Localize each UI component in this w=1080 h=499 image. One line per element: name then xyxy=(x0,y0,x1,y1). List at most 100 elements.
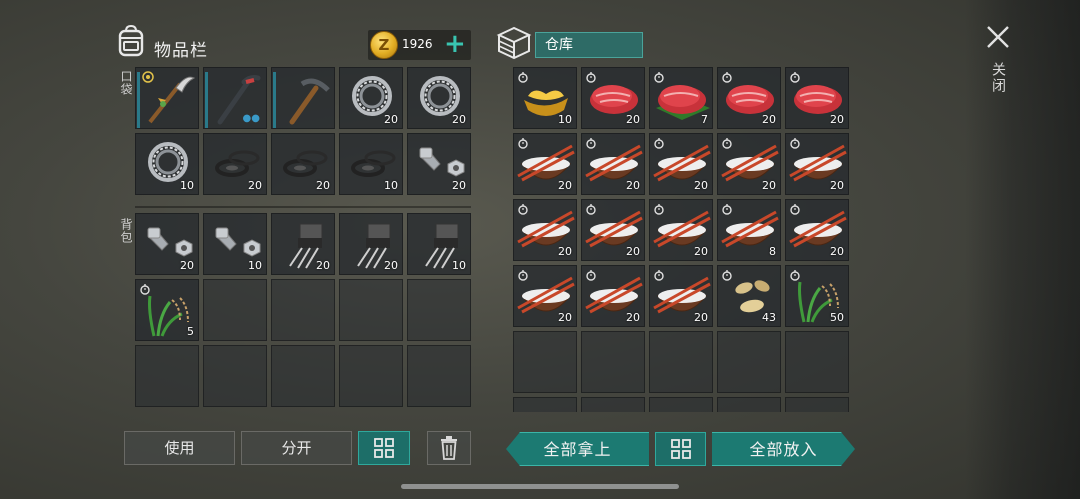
empty-slot[interactable] xyxy=(513,397,577,412)
timer-icon xyxy=(518,72,528,83)
item-slot[interactable] xyxy=(135,67,199,129)
item-quantity: 20 xyxy=(452,113,466,126)
empty-slot[interactable] xyxy=(407,279,471,341)
empty-slot[interactable] xyxy=(785,331,849,393)
sort-warehouse-button[interactable] xyxy=(655,432,706,466)
warehouse-name-field[interactable]: 仓库 xyxy=(535,32,643,58)
put-all-button[interactable]: 全部放入 xyxy=(712,432,855,466)
item-quantity: 8 xyxy=(769,245,776,258)
item-quantity: 20 xyxy=(694,245,708,258)
sort-inventory-button[interactable] xyxy=(358,431,410,465)
item-slot[interactable]: 20 xyxy=(581,199,645,261)
item-slot[interactable] xyxy=(271,67,335,129)
item-slot[interactable]: 10 xyxy=(135,133,199,195)
empty-slot[interactable] xyxy=(271,345,335,407)
item-quantity: 5 xyxy=(187,325,194,338)
empty-slot[interactable] xyxy=(513,331,577,393)
empty-slot[interactable] xyxy=(339,279,403,341)
item-slot[interactable]: 43 xyxy=(717,265,781,327)
item-slot[interactable]: 20 xyxy=(649,265,713,327)
empty-slot[interactable] xyxy=(785,397,849,412)
item-slot[interactable]: 20 xyxy=(513,265,577,327)
empty-slot[interactable] xyxy=(135,345,199,407)
timer-icon xyxy=(790,270,800,281)
delete-button[interactable] xyxy=(427,431,471,465)
empty-slot[interactable] xyxy=(271,279,335,341)
item-slot[interactable]: 20 xyxy=(203,133,267,195)
timer-icon xyxy=(586,270,596,281)
item-slot[interactable]: 20 xyxy=(581,133,645,195)
item-slot[interactable]: 20 xyxy=(785,67,849,129)
item-slot[interactable]: 50 xyxy=(785,265,849,327)
item-slot[interactable]: 10 xyxy=(407,213,471,275)
backpack-grid: 20 10 20 20 10 5 xyxy=(135,213,471,407)
item-quantity: 20 xyxy=(830,245,844,258)
timer-icon xyxy=(518,204,528,215)
take-all-button[interactable]: 全部拿上 xyxy=(506,432,649,466)
item-slot[interactable]: 5 xyxy=(135,279,199,341)
backpack-icon xyxy=(118,24,144,57)
item-slot[interactable]: 20 xyxy=(581,265,645,327)
badge-icon xyxy=(142,71,154,83)
item-quantity: 20 xyxy=(558,179,572,192)
timer-icon xyxy=(654,204,664,215)
item-quantity: 20 xyxy=(452,179,466,192)
item-slot[interactable]: 20 xyxy=(785,133,849,195)
timer-icon xyxy=(722,204,732,215)
empty-slot[interactable] xyxy=(407,345,471,407)
home-indicator[interactable] xyxy=(401,484,679,489)
empty-slot[interactable] xyxy=(649,331,713,393)
dots-indicator: ●● xyxy=(242,113,260,124)
add-coins-button[interactable]: + xyxy=(444,30,466,58)
empty-slot[interactable] xyxy=(339,345,403,407)
item-slot[interactable]: 20 xyxy=(649,199,713,261)
grid-sort-icon xyxy=(374,438,394,458)
item-slot[interactable]: 20 xyxy=(339,213,403,275)
split-button[interactable]: 分开 xyxy=(241,431,352,465)
item-slot[interactable]: 20 xyxy=(339,67,403,129)
item-slot[interactable]: 20 xyxy=(407,133,471,195)
use-button[interactable]: 使用 xyxy=(124,431,235,465)
timer-icon xyxy=(654,138,664,149)
empty-slot[interactable] xyxy=(203,279,267,341)
item-slot[interactable]: 20 xyxy=(135,213,199,275)
empty-slot[interactable] xyxy=(717,397,781,412)
item-slot[interactable]: 20 xyxy=(785,199,849,261)
empty-slot[interactable] xyxy=(649,397,713,412)
timer-icon xyxy=(722,138,732,149)
item-slot[interactable]: 20 xyxy=(271,133,335,195)
item-slot[interactable]: 20 xyxy=(717,67,781,129)
item-slot[interactable]: 20 xyxy=(649,133,713,195)
timer-icon xyxy=(518,270,528,281)
trash-icon xyxy=(441,436,457,460)
timer-icon xyxy=(654,72,664,83)
item-quantity: 20 xyxy=(384,113,398,126)
coin-amount: 1926 xyxy=(402,37,433,51)
item-slot[interactable]: 10 xyxy=(513,67,577,129)
item-quantity: 43 xyxy=(762,311,776,324)
empty-slot[interactable] xyxy=(717,331,781,393)
item-slot[interactable]: 7 xyxy=(649,67,713,129)
close-label[interactable]: 关闭 xyxy=(988,62,1008,94)
item-slot[interactable]: 20 xyxy=(407,67,471,129)
item-slot[interactable]: 20 xyxy=(717,133,781,195)
timer-icon xyxy=(518,138,528,149)
item-slot[interactable]: 10 xyxy=(203,213,267,275)
empty-slot[interactable] xyxy=(581,331,645,393)
item-quantity: 10 xyxy=(384,179,398,192)
section-divider xyxy=(135,206,471,208)
item-quantity: 20 xyxy=(384,259,398,272)
item-slot[interactable]: 8 xyxy=(717,199,781,261)
item-quantity: 10 xyxy=(180,179,194,192)
item-slot[interactable]: 10 xyxy=(339,133,403,195)
item-slot[interactable]: 20 xyxy=(513,199,577,261)
timer-icon xyxy=(586,204,596,215)
close-icon[interactable] xyxy=(985,24,1011,50)
item-slot[interactable]: 20 xyxy=(271,213,335,275)
empty-slot[interactable] xyxy=(203,345,267,407)
item-quantity: 20 xyxy=(316,259,330,272)
item-slot[interactable]: 20 xyxy=(581,67,645,129)
empty-slot[interactable] xyxy=(581,397,645,412)
item-slot[interactable]: ●● xyxy=(203,67,267,129)
item-slot[interactable]: 20 xyxy=(513,133,577,195)
